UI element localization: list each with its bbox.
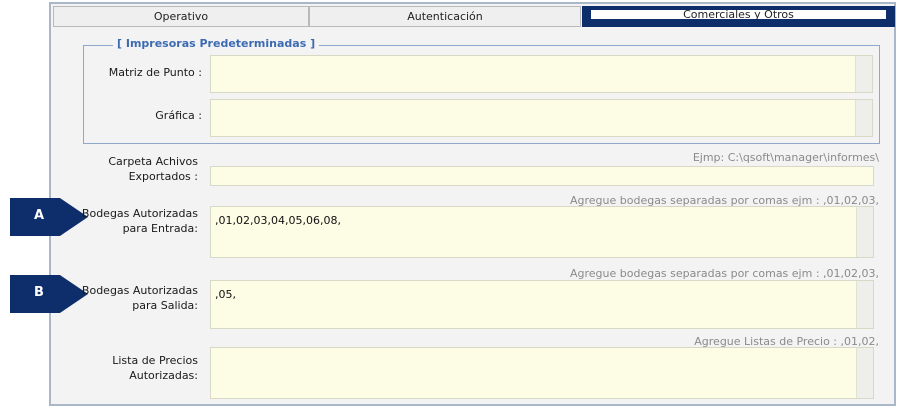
tab-autenticacion[interactable]: Autenticación (309, 6, 581, 27)
matrix-printer-scrollbar[interactable] (855, 56, 872, 92)
tab-operativo[interactable]: Operativo (53, 6, 309, 27)
price-lists-scrollbar[interactable] (856, 348, 873, 398)
out-warehouses-label-line1: Bodegas Autorizadas (81, 284, 198, 297)
callout-marker-a-letter: A (34, 208, 45, 223)
graphic-printer-label: Gráfica : (155, 109, 202, 122)
tab-comerciales-label: Comerciales y Otros (591, 9, 886, 20)
export-folder-label: Carpeta Achivos Exportados : (60, 154, 198, 184)
export-folder-hint: Ejmp: C:\qsoft\manager\informes\ (692, 151, 879, 164)
in-warehouses-label-line1: Bodegas Autorizadas (81, 207, 198, 220)
price-lists-label: Lista de Precios Autorizadas: (60, 353, 198, 383)
in-warehouses-value: ,01,02,03,04,05,06,08, (215, 214, 341, 227)
export-folder-label-line1: Carpeta Achivos (108, 155, 198, 168)
out-warehouses-label-line2: para Salida: (132, 299, 198, 312)
matrix-printer-field[interactable] (210, 55, 873, 93)
printers-group-title: [ Impresoras Predeterminadas ] (113, 37, 320, 50)
callout-marker-b-letter: B (34, 285, 44, 300)
price-lists-textarea[interactable] (210, 347, 874, 399)
tab-comerciales-y-otros[interactable]: Comerciales y Otros (582, 6, 895, 27)
out-warehouses-hint: Agregue bodegas separadas por comas ejm … (569, 267, 879, 280)
in-warehouses-label-line2: para Entrada: (122, 222, 198, 235)
out-warehouses-textarea[interactable]: ,05, (210, 280, 874, 329)
graphic-printer-field[interactable] (210, 99, 873, 137)
price-lists-label-line2: Autorizadas: (129, 369, 198, 382)
in-warehouses-label: Bodegas Autorizadas para Entrada: (60, 206, 198, 236)
price-lists-label-line1: Lista de Precios (112, 354, 198, 367)
graphic-printer-scrollbar[interactable] (855, 100, 872, 136)
out-warehouses-label: Bodegas Autorizadas para Salida: (60, 283, 198, 313)
in-warehouses-scrollbar[interactable] (856, 207, 873, 257)
out-warehouses-scrollbar[interactable] (856, 281, 873, 328)
export-folder-label-line2: Exportados : (128, 170, 198, 183)
in-warehouses-textarea[interactable]: ,01,02,03,04,05,06,08, (210, 206, 874, 258)
matrix-printer-label: Matriz de Punto : (108, 66, 202, 79)
out-warehouses-value: ,05, (215, 288, 236, 301)
export-folder-input[interactable] (210, 166, 874, 186)
